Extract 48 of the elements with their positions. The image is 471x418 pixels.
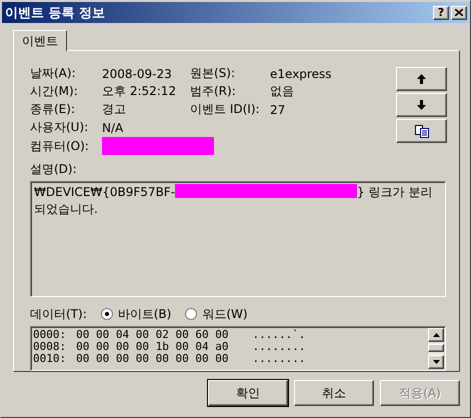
radio-option[interactable]: 바이트(B) [100,306,172,323]
scroll-thumb[interactable] [428,344,444,352]
hex-bytes: 00 00 00 00 00 00 00 00 [76,352,228,365]
field-value: 오후 2:52:12 [102,83,178,100]
hex-bytes: 00 00 04 00 02 00 60 00 [76,328,228,341]
field-value: 경고 [102,101,127,118]
scroll-up-button[interactable] [428,328,444,342]
ascii-text: ........ [252,340,306,353]
copy-button[interactable] [396,119,447,143]
ascii-text: ......`. [252,328,306,341]
field-value: 27 [270,102,286,116]
copy-icon [414,124,428,138]
field-value: N/A [102,120,124,134]
down-arrow-icon [417,100,426,110]
radio-option[interactable]: 워드(W) [185,306,248,323]
next-button[interactable] [396,93,447,117]
field-label: 원본(S): [190,65,236,82]
field-label: 이벤트 ID(I): [190,101,261,118]
field-value: 2008-09-23 [102,66,173,80]
hex-bytes: 00 00 00 00 1b 00 04 a0 [76,340,228,353]
ascii-text: ........ [252,352,306,365]
up-arrow-icon [417,74,426,84]
close-button[interactable] [451,6,467,20]
help-button[interactable]: ? [433,6,449,20]
window-title: 이벤트 등록 정보 [5,4,106,22]
field-label: 컴퓨터(O): [30,138,90,154]
up-triangle-icon [432,332,440,337]
scrollbar[interactable] [428,328,444,369]
scroll-down-button[interactable] [428,355,444,369]
dialog-button[interactable]: 취소 [294,380,374,406]
description-label: 설명(D): [30,161,77,178]
tab[interactable]: 이벤트 [13,30,67,51]
dialog-button[interactable]: 확인 [208,380,288,406]
previous-button[interactable] [396,67,447,91]
close-icon [455,9,463,16]
down-triangle-icon [432,360,440,364]
field-label: 종류(E): [30,101,76,118]
field-value: 없음 [270,83,295,100]
field-label: 사용자(U): [30,119,90,136]
field-label: 시간(M): [30,83,79,100]
field-label: 날짜(A): [30,65,77,82]
field-label: 범주(R): [190,83,237,100]
data-label: 데이터(T): [30,306,87,323]
offset-text: 0000: [33,328,66,341]
offset-text: 0010: [33,352,66,365]
field-value: e1express [270,66,332,80]
offset-text: 0008: [33,340,66,353]
description-field[interactable]: ₩DEVICE₩{0B9F57BF- } 링크가 분리되었습니다. [30,181,446,297]
